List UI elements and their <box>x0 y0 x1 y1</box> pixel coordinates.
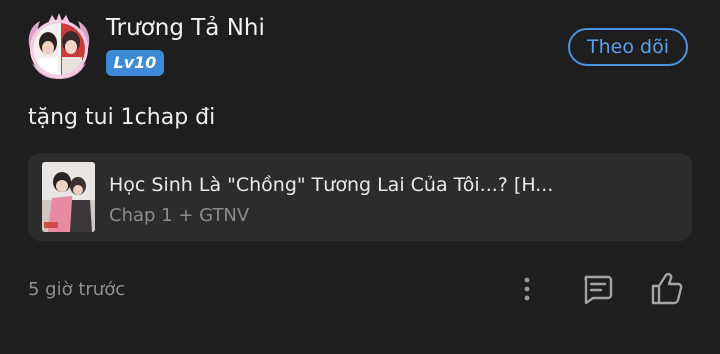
follow-button[interactable]: Theo dõi <box>568 28 688 66</box>
comment-timestamp: 5 giờ trước <box>28 279 126 300</box>
chapter-thumbnail <box>42 162 95 232</box>
chapter-subtitle: Chap 1 + GTNV <box>109 205 250 226</box>
reply-button[interactable] <box>579 271 615 307</box>
thumbs-up-icon <box>651 272 683 305</box>
level-badge: Lv10 <box>106 50 164 76</box>
more-options-button[interactable] <box>509 271 545 307</box>
comment-icon <box>584 275 613 305</box>
more-vertical-icon <box>524 277 530 301</box>
like-button[interactable] <box>649 271 685 307</box>
avatar[interactable] <box>24 13 94 81</box>
chapter-card[interactable]: Học Sinh Là "Chồng" Tương Lai Của Tôi...… <box>28 153 692 241</box>
comment-text: tặng tui 1chap đi <box>28 105 216 130</box>
username[interactable]: Trương Tả Nhi <box>106 14 265 42</box>
chapter-title: Học Sinh Là "Chồng" Tương Lai Của Tôi...… <box>109 174 554 196</box>
